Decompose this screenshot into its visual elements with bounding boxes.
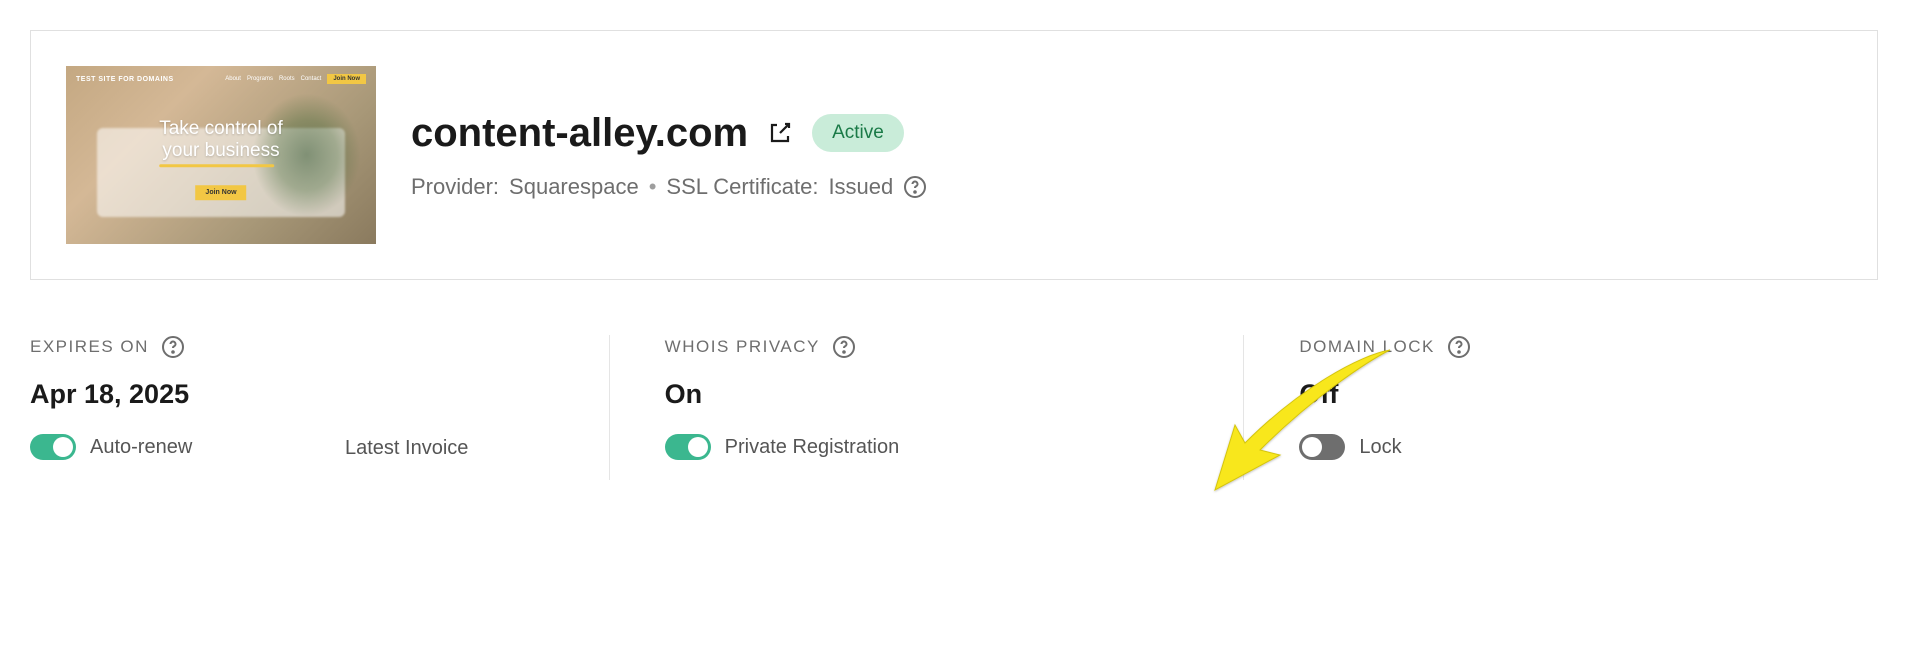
domain-header-card: TEST SITE FOR DOMAINS About Programs Roo…	[30, 30, 1878, 280]
site-thumbnail[interactable]: TEST SITE FOR DOMAINS About Programs Roo…	[66, 66, 376, 244]
thumb-hero-line1: Take control of	[159, 118, 283, 139]
thumb-nav-item: Contact	[301, 76, 322, 82]
thumb-cta: Join Now	[327, 74, 366, 84]
lock-label: Lock	[1359, 436, 1401, 459]
thumb-nav-item: About	[225, 76, 241, 82]
auto-renew-toggle[interactable]	[30, 434, 76, 460]
expires-block: Expires On Apr 18, 2025 Auto-renew Lates…	[30, 335, 609, 480]
auto-renew-label: Auto-renew	[90, 436, 192, 459]
domain-lock-value: Off	[1299, 379, 1848, 410]
help-icon[interactable]	[161, 335, 185, 359]
header-info: content-alley.com Active Provider: Squar…	[411, 111, 1842, 200]
help-icon[interactable]	[1447, 335, 1471, 359]
thumb-nav-item: Programs	[247, 76, 273, 82]
status-badge: Active	[812, 114, 904, 152]
thumb-hero-btn: Join Now	[195, 185, 246, 200]
domain-lock-block: Domain Lock Off Lock	[1243, 335, 1878, 480]
provider-label: Provider:	[411, 174, 499, 200]
whois-value: On	[665, 379, 1214, 410]
whois-block: Whois Privacy On Private Registration	[609, 335, 1244, 480]
ssl-value: Issued	[828, 174, 893, 200]
expires-value: Apr 18, 2025	[30, 379, 579, 410]
thumb-brand: TEST SITE FOR DOMAINS	[76, 76, 174, 83]
expires-label: Expires On	[30, 337, 149, 357]
whois-label: Whois Privacy	[665, 337, 820, 357]
help-icon[interactable]	[903, 175, 927, 199]
domain-lock-label: Domain Lock	[1299, 337, 1435, 357]
latest-invoice-link[interactable]: Latest Invoice	[345, 437, 468, 460]
private-registration-toggle[interactable]	[665, 434, 711, 460]
provider-value: Squarespace	[509, 174, 639, 200]
meta-separator: •	[649, 174, 657, 200]
help-icon[interactable]	[832, 335, 856, 359]
details-section: Expires On Apr 18, 2025 Auto-renew Lates…	[30, 335, 1878, 480]
lock-toggle[interactable]	[1299, 434, 1345, 460]
thumb-hero-line2: your business	[162, 140, 279, 161]
external-link-icon[interactable]	[768, 121, 792, 145]
thumb-nav-item: Roots	[279, 76, 295, 82]
private-registration-label: Private Registration	[725, 436, 900, 459]
ssl-label: SSL Certificate:	[666, 174, 818, 200]
domain-name: content-alley.com	[411, 111, 748, 156]
